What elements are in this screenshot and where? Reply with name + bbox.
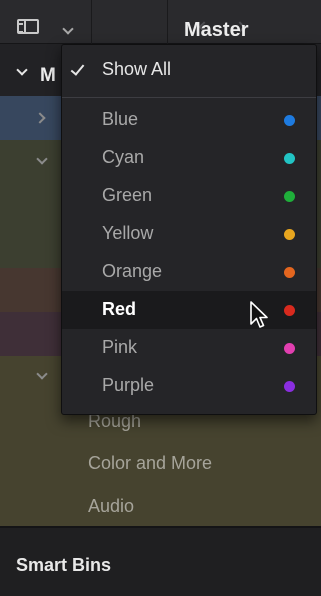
menu-item-cyan[interactable]: Cyan — [62, 139, 316, 177]
panel-toggle-button[interactable] — [0, 0, 92, 44]
menu-item-green[interactable]: Green — [62, 177, 316, 215]
color-filter-menu: Show All Blue Cyan Green Yellow Orange R… — [61, 44, 317, 415]
color-dot-icon — [284, 381, 295, 392]
color-dot-icon — [284, 305, 295, 316]
color-dot-icon — [284, 115, 295, 126]
master-bin-label: M — [40, 65, 56, 86]
toolbar: Master — [0, 0, 321, 44]
bin-item-audio[interactable]: Audio — [88, 496, 134, 517]
menu-item-label: Blue — [102, 109, 139, 129]
menu-item-label: Cyan — [102, 147, 145, 167]
menu-item-show-all[interactable]: Show All — [62, 52, 316, 90]
page-title: Master — [184, 19, 249, 41]
color-dot-icon — [284, 153, 295, 164]
menu-item-red[interactable]: Red — [62, 291, 316, 329]
menu-item-label: Purple — [102, 375, 155, 395]
menu-item-blue[interactable]: Blue — [62, 101, 316, 139]
menu-item-label: Orange — [102, 261, 163, 281]
color-dot-icon — [284, 229, 295, 240]
menu-item-purple[interactable]: Purple — [62, 367, 316, 405]
menu-item-label: Yellow — [102, 223, 154, 243]
sidebar-panel-icon — [17, 19, 39, 34]
checkmark-icon — [70, 61, 85, 76]
color-dot-icon — [284, 191, 295, 202]
color-dot-icon — [284, 267, 295, 278]
menu-item-label: Show All — [102, 59, 172, 79]
bin-item-color-and-more[interactable]: Color and More — [88, 453, 212, 474]
menu-divider — [62, 97, 316, 98]
menu-item-label: Pink — [102, 337, 138, 357]
menu-item-orange[interactable]: Orange — [62, 253, 316, 291]
menu-item-yellow[interactable]: Yellow — [62, 215, 316, 253]
smart-bins-label[interactable]: Smart Bins — [16, 555, 111, 576]
color-dot-icon — [284, 343, 295, 354]
history-nav — [92, 0, 246, 44]
mouse-pointer-icon — [250, 301, 268, 328]
menu-item-label: Green — [102, 185, 153, 205]
chevron-down-icon[interactable] — [62, 23, 74, 35]
menu-item-label: Red — [102, 299, 137, 319]
menu-item-pink[interactable]: Pink — [62, 329, 316, 367]
